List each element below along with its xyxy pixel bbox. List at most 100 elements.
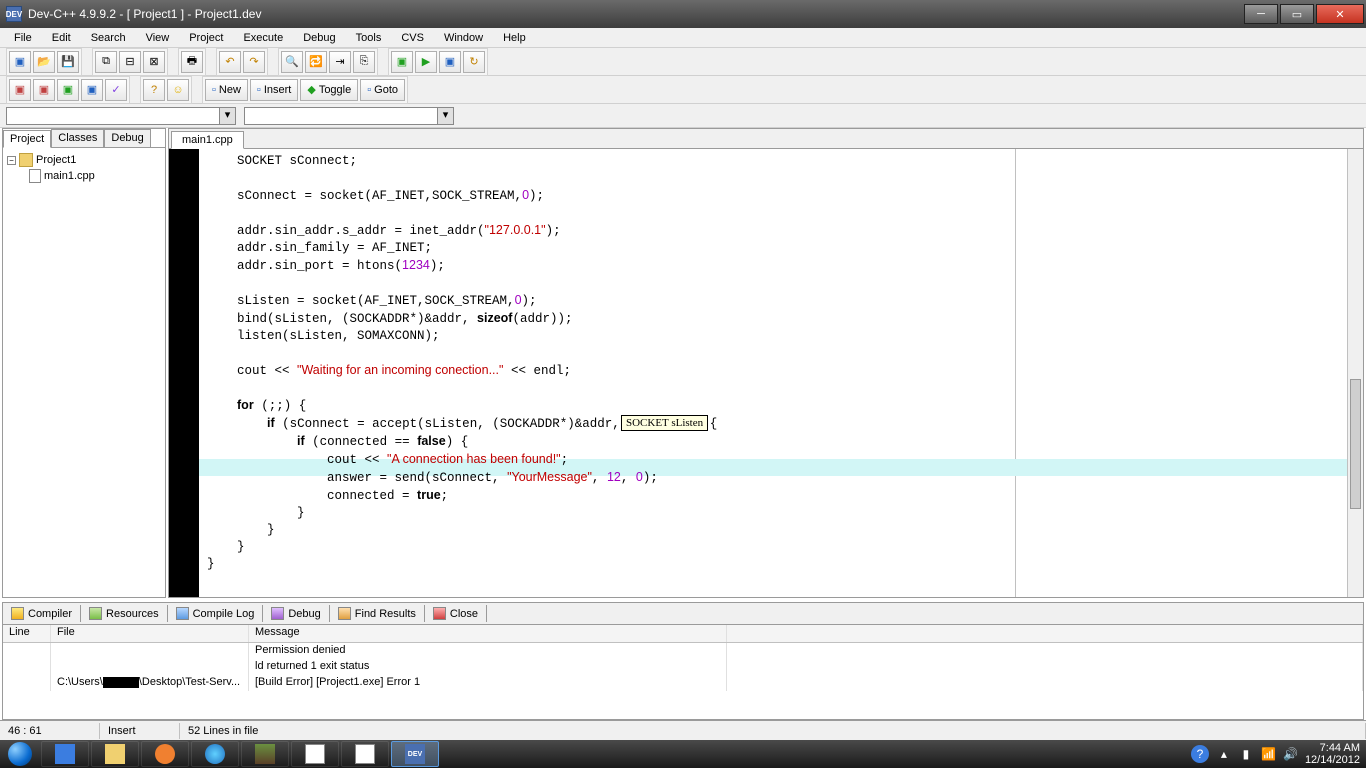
class-combo[interactable]: ▾: [6, 107, 236, 125]
tab-label: Close: [450, 608, 478, 620]
header-line[interactable]: Line: [3, 625, 51, 642]
vertical-scrollbar[interactable]: [1347, 149, 1363, 597]
checkmark-button[interactable]: ✓: [105, 79, 127, 101]
replace-button[interactable]: 🔁: [305, 51, 327, 73]
project-tree[interactable]: − Project1 main1.cpp: [3, 147, 165, 597]
toolbar-combo: ▾ ▾: [0, 104, 1366, 128]
collapse-icon[interactable]: −: [7, 156, 16, 165]
step-into-button[interactable]: ▣: [57, 79, 79, 101]
redacted-username: [103, 677, 139, 688]
tree-root[interactable]: − Project1: [7, 152, 161, 168]
output-tab-resources[interactable]: Resources: [81, 605, 168, 622]
menu-debug[interactable]: Debug: [293, 30, 345, 46]
help-tray-icon[interactable]: ?: [1191, 745, 1209, 763]
scrollbar-thumb[interactable]: [1350, 379, 1361, 509]
help-button[interactable]: ?: [143, 79, 165, 101]
menu-file[interactable]: File: [4, 30, 42, 46]
print-button[interactable]: 🖶: [181, 51, 203, 73]
save-button[interactable]: 💾: [57, 51, 79, 73]
tray-chevron-icon[interactable]: ▴: [1217, 747, 1231, 761]
header-message[interactable]: Message: [249, 625, 727, 642]
menu-tools[interactable]: Tools: [346, 30, 392, 46]
output-tab-close[interactable]: Close: [425, 605, 487, 622]
open-button[interactable]: 📂: [33, 51, 55, 73]
header-file[interactable]: File: [51, 625, 249, 642]
run-button[interactable]: ▶: [415, 51, 437, 73]
output-panel: CompilerResourcesCompile LogDebugFind Re…: [2, 602, 1364, 720]
menu-edit[interactable]: Edit: [42, 30, 81, 46]
taskbar-devcpp[interactable]: DEV: [391, 741, 439, 767]
menu-cvs[interactable]: CVS: [391, 30, 434, 46]
menu-execute[interactable]: Execute: [233, 30, 293, 46]
tray-clock[interactable]: 7:44 AM 12/14/2012: [1305, 742, 1360, 766]
message-row[interactable]: ld returned 1 exit status: [3, 659, 1363, 675]
menu-project[interactable]: Project: [179, 30, 233, 46]
tree-file[interactable]: main1.cpp: [7, 168, 161, 184]
about-button[interactable]: ☺: [167, 79, 189, 101]
goto-button[interactable]: ▫Goto: [360, 79, 405, 101]
battery-icon[interactable]: ▮: [1239, 747, 1253, 761]
output-tab-compiler[interactable]: Compiler: [3, 605, 81, 622]
step-over-button[interactable]: ▣: [33, 79, 55, 101]
debug-button[interactable]: ▣: [9, 79, 31, 101]
taskbar-app-4[interactable]: [191, 741, 239, 767]
code-editor[interactable]: SOCKET sConnect; sConnect = socket(AF_IN…: [169, 149, 1363, 597]
start-button[interactable]: [0, 740, 40, 768]
taskbar-app-1[interactable]: [41, 741, 89, 767]
output-tab-debug[interactable]: Debug: [263, 605, 329, 622]
editor-gutter: [169, 149, 199, 597]
tree-root-label: Project1: [36, 154, 76, 166]
panel-tab-classes[interactable]: Classes: [51, 129, 104, 147]
compile-button[interactable]: ▣: [391, 51, 413, 73]
insert-dropdown[interactable]: ▫Insert: [250, 79, 298, 101]
project-panel: ProjectClassesDebug − Project1 main1.cpp: [2, 128, 166, 598]
message-row[interactable]: Permission denied: [3, 643, 1363, 659]
output-tab-find-results[interactable]: Find Results: [330, 605, 425, 622]
message-header: Line File Message: [3, 625, 1363, 643]
taskbar-app-6[interactable]: [291, 741, 339, 767]
taskbar-media-player[interactable]: [141, 741, 189, 767]
taskbar-explorer[interactable]: [91, 741, 139, 767]
message-row[interactable]: C:\Users\\Desktop\Test-Serv...[Build Err…: [3, 675, 1363, 691]
tab-icon: [11, 607, 24, 620]
tab-icon: [271, 607, 284, 620]
header-rest[interactable]: [727, 625, 1363, 642]
find-next-button[interactable]: ⇥: [329, 51, 351, 73]
redo-button[interactable]: ↷: [243, 51, 265, 73]
editor-panel: main1.cpp SOCKET sConnect; sConnect = so…: [168, 128, 1364, 598]
maximize-button[interactable]: ▭: [1280, 4, 1314, 24]
compiler-messages[interactable]: Line File Message Permission deniedld re…: [3, 625, 1363, 719]
editor-tab[interactable]: main1.cpp: [171, 131, 244, 149]
toggle-button[interactable]: ◆Toggle: [300, 79, 358, 101]
compile-run-button[interactable]: ▣: [439, 51, 461, 73]
goto-line-button[interactable]: ⎘: [353, 51, 375, 73]
tray-date: 12/14/2012: [1305, 754, 1360, 766]
menu-window[interactable]: Window: [434, 30, 493, 46]
taskbar-minecraft[interactable]: [241, 741, 289, 767]
panel-tab-debug[interactable]: Debug: [104, 129, 150, 147]
step-out-button[interactable]: ▣: [81, 79, 103, 101]
new-dropdown[interactable]: ▫New: [205, 79, 248, 101]
output-tab-compile-log[interactable]: Compile Log: [168, 605, 264, 622]
code-content[interactable]: SOCKET sConnect; sConnect = socket(AF_IN…: [199, 149, 1347, 597]
windows-orb-icon: [8, 742, 32, 766]
undo-button[interactable]: ↶: [219, 51, 241, 73]
panel-tab-project[interactable]: Project: [3, 130, 51, 148]
volume-icon[interactable]: 🔊: [1283, 747, 1297, 761]
devcpp-icon: DEV: [405, 744, 425, 764]
close-file-button[interactable]: ⊟: [119, 51, 141, 73]
new-file-button[interactable]: ▣: [9, 51, 31, 73]
taskbar-app-7[interactable]: [341, 741, 389, 767]
minimize-button[interactable]: ─: [1244, 4, 1278, 24]
close-all-button[interactable]: ⊠: [143, 51, 165, 73]
save-all-button[interactable]: ⧉: [95, 51, 117, 73]
function-combo[interactable]: ▾: [244, 107, 454, 125]
menu-help[interactable]: Help: [493, 30, 536, 46]
close-button[interactable]: ✕: [1316, 4, 1364, 24]
rebuild-button[interactable]: ↻: [463, 51, 485, 73]
menu-view[interactable]: View: [136, 30, 180, 46]
menu-search[interactable]: Search: [81, 30, 136, 46]
project-panel-tabs: ProjectClassesDebug: [3, 129, 165, 147]
find-button[interactable]: 🔍: [281, 51, 303, 73]
wifi-icon[interactable]: 📶: [1261, 747, 1275, 761]
